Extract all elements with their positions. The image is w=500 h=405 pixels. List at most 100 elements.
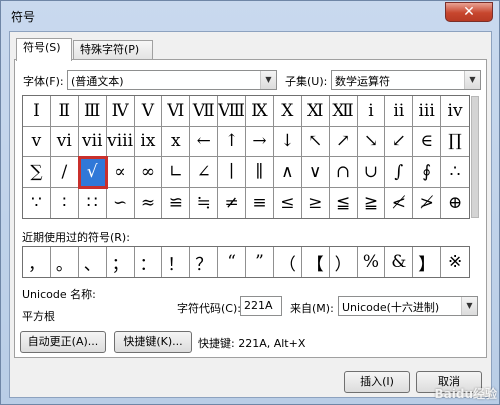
recent-symbol-cell[interactable]: 【 [302,247,330,277]
symbol-cell[interactable]: ≠ [218,187,246,218]
symbol-cell[interactable]: ⅵ [50,126,79,157]
symbol-cell[interactable]: ≮ [385,187,414,218]
symbol-cell[interactable]: Ⅻ [329,96,358,127]
recent-symbol-cell[interactable]: ； [107,247,135,277]
recent-symbol-cell[interactable]: ！ [162,247,191,277]
recent-symbol-cell[interactable]: ” [246,247,274,277]
symbol-cell[interactable]: ∮ [413,157,442,188]
symbol-cell[interactable]: Ⅸ [246,96,274,127]
symbol-cell[interactable]: ⅰ [357,96,386,127]
symbol-cell[interactable]: ∏ [441,127,469,157]
recent-symbol-cell[interactable]: ？ [190,247,219,277]
symbol-cell[interactable]: Ⅷ [218,96,246,127]
symbol-cell[interactable]: Ⅺ [301,96,330,127]
symbol-cell[interactable]: Ⅳ [106,96,135,127]
shortcut-key-text: 快捷键: 221A, Alt+X [198,337,306,350]
symbol-cell[interactable]: Ⅰ [23,96,51,127]
symbol-cell[interactable]: ∑ [23,157,51,188]
symbol-cell[interactable]: ∫ [385,157,414,188]
symbol-cell[interactable]: ↘ [357,126,386,157]
symbol-cell[interactable]: ∷ [79,187,107,218]
symbol-cell[interactable]: ∪ [357,157,386,188]
subset-select[interactable]: 数学运算符 ▼ [331,70,481,90]
symbol-cell[interactable]: ≈ [135,187,163,218]
symbol-cell[interactable]: ≯ [413,187,442,218]
recent-symbol-cell[interactable]: & [385,247,414,277]
autocorrect-button[interactable]: 自动更正(A)... [20,331,106,353]
unicode-name-label: Unicode 名称: [22,288,96,301]
symbol-cell[interactable]: ⅷ [106,126,135,157]
scrollbar-thumb[interactable] [471,96,479,218]
recent-symbol-cell[interactable]: 】 [413,247,442,277]
symbol-cell[interactable]: ∞ [134,157,163,188]
symbol-cell[interactable]: ≤ [274,187,302,218]
symbol-cell[interactable]: ↑ [218,126,246,157]
symbol-cell[interactable]: ∣ [218,157,246,188]
recent-symbols-label: 近期使用过的符号(R): [22,231,130,244]
symbol-cell[interactable]: ∵ [23,187,51,218]
symbol-cell[interactable]: Ⅱ [50,96,79,127]
recent-symbols-row: ，。、；：！？ “” （【）% &】 ※ [22,246,470,278]
symbol-cell[interactable]: ⅴ [23,126,51,157]
symbol-cell[interactable]: Ⅴ [134,96,163,127]
symbol-cell[interactable]: ⅲ [413,96,442,127]
recent-symbol-cell[interactable]: “ [218,247,246,277]
symbol-cell[interactable]: ⅳ [441,96,469,127]
symbol-cell[interactable]: ∥ [246,157,274,188]
symbol-cell[interactable]: ⅱ [385,96,414,127]
symbol-cell[interactable]: ← [190,126,219,157]
symbol-cell[interactable]: Ⅹ [273,96,302,127]
symbol-cell[interactable]: Ⅶ [190,96,219,127]
symbol-cell[interactable]: ∩ [329,157,358,188]
symbol-cell[interactable]: ≧ [358,187,386,218]
symbol-cell[interactable]: ∠ [190,157,219,188]
symbol-cell[interactable]: ↙ [385,126,414,157]
recent-symbol-cell[interactable]: ， [23,247,51,277]
symbol-cell[interactable]: ∴ [441,157,469,188]
from-select[interactable]: Unicode(十六进制) ▼ [338,296,478,316]
symbol-cell[interactable]: √ [77,156,108,189]
font-label: 字体(F): [23,75,64,88]
symbol-cell[interactable]: ⊕ [441,188,469,219]
symbol-cell[interactable]: ∈ [413,126,442,157]
font-value: (普通文本) [71,75,124,88]
symbol-cell[interactable]: ∽ [107,187,135,218]
recent-symbol-cell[interactable]: 。 [51,247,79,277]
symbol-cell[interactable]: ↓ [273,126,302,157]
shortcut-key-button[interactable]: 快捷键(K)... [114,331,192,353]
symbol-cell[interactable]: ∧ [273,157,302,188]
recent-symbol-cell[interactable]: ※ [441,247,469,277]
symbol-cell[interactable]: Ⅵ [162,96,191,127]
symbol-cell[interactable]: ≦ [330,187,358,218]
symbol-cell[interactable]: ≥ [302,187,330,218]
symbol-cell[interactable]: ⅹ [162,126,191,157]
symbol-cell[interactable]: Ⅲ [78,96,107,127]
symbol-cell[interactable]: ∟ [162,157,191,188]
symbol-cell[interactable]: ↖ [301,126,330,157]
recent-symbol-cell[interactable]: ） [330,247,358,277]
chevron-down-icon: ▼ [464,71,480,89]
symbol-cell[interactable]: ⅸ [134,126,163,157]
tab-symbols[interactable]: 符号(S) [16,38,72,61]
symbol-cell[interactable]: ∶ [51,187,79,218]
tab-special-characters[interactable]: 特殊字符(P) [73,40,153,60]
font-select[interactable]: (普通文本) ▼ [67,70,277,90]
recent-symbol-cell[interactable]: 、 [79,247,107,277]
symbol-cell[interactable]: ∕ [50,157,79,188]
symbol-cell[interactable]: ≌ [162,187,191,218]
close-button[interactable]: ✕ [445,2,493,22]
char-code-input[interactable]: 221A [240,296,282,316]
insert-button[interactable]: 插入(I) [344,371,410,393]
recent-symbol-cell[interactable]: （ [274,247,302,277]
symbol-cell[interactable]: ∝ [106,157,135,188]
symbol-cell[interactable]: ≡ [246,187,274,218]
recent-symbol-cell[interactable]: % [358,247,386,277]
symbol-grid-scrollbar[interactable] [470,95,480,219]
recent-symbol-cell[interactable]: ： [135,247,163,277]
symbol-cell[interactable]: ≒ [190,187,219,218]
symbol-cell[interactable]: ∨ [301,157,330,188]
symbol-cell[interactable]: ⅶ [78,126,107,157]
symbol-cell[interactable]: ↗ [329,126,358,157]
symbol-grid: Ⅰ Ⅱ Ⅲ Ⅳ Ⅴ Ⅵ Ⅶ Ⅷ Ⅸ Ⅹ Ⅺ Ⅻⅰ ⅱ ⅲ ⅳ ⅴ ⅵ ⅶ ⅷ ⅸ ⅹ ← ↑ → ↓ ↖ ↗ ↘ ↙ ∈ ∏ ∑ ∕ √ ∝ ∞ ∟ ∠ ∣… [22,95,470,219]
symbol-cell[interactable]: → [246,126,274,157]
